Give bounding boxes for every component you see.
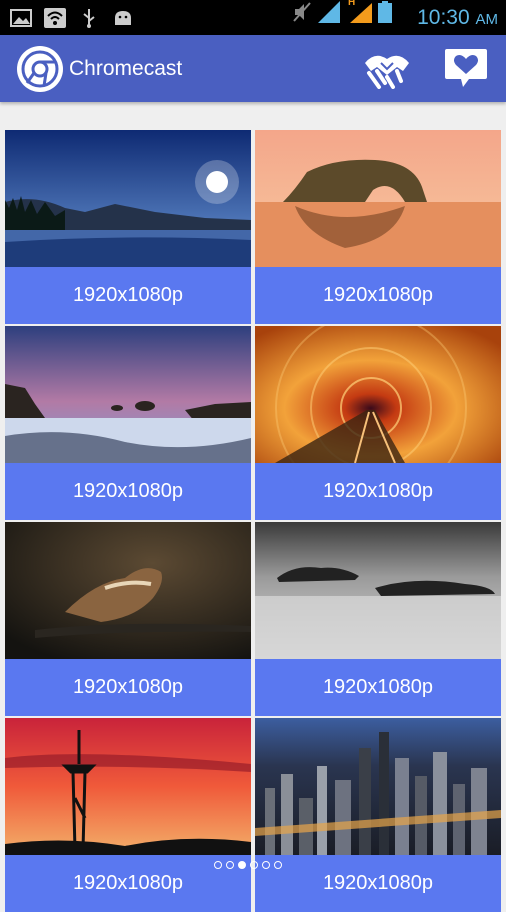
battery-icon xyxy=(378,1,392,28)
favorites-button[interactable] xyxy=(443,47,489,89)
wallpaper-card-sparrow[interactable]: 1920x1080p xyxy=(5,522,251,716)
resolution-label: 1920x1080p xyxy=(322,872,434,894)
connect-button[interactable] xyxy=(361,49,413,89)
signal-icon xyxy=(318,1,342,28)
wallpaper-thumbnail xyxy=(255,130,501,267)
wallpaper-thumbnail xyxy=(5,326,251,463)
page-dot[interactable] xyxy=(226,861,234,869)
resolution-label: 1920x1080p xyxy=(72,676,184,698)
wallpaper-thumbnail xyxy=(255,522,501,659)
mute-icon xyxy=(292,1,312,28)
page-dot-active[interactable] xyxy=(238,861,246,869)
clock-time: 10:30 xyxy=(417,6,470,29)
clock: 10:30 AM xyxy=(417,6,498,30)
wallpaper-card-sea-arch[interactable]: 1920x1080p xyxy=(255,130,501,324)
resolution-label: 1920x1080p xyxy=(322,284,434,306)
page-indicator xyxy=(214,861,282,869)
resolution-label: 1920x1080p xyxy=(322,676,434,698)
wallpaper-thumbnail xyxy=(255,718,501,855)
status-bar: H 10:30 AM xyxy=(0,0,506,35)
android-icon xyxy=(112,8,134,28)
wallpaper-thumbnail xyxy=(255,326,501,463)
wallpaper-card-night-lake[interactable]: 1920x1080p xyxy=(5,130,251,324)
usb-icon xyxy=(78,8,100,28)
data-signal-icon: H xyxy=(348,0,372,28)
network-type-label: H xyxy=(348,0,356,8)
wallpaper-card-rocky-shore[interactable]: 1920x1080p xyxy=(5,326,251,520)
page-dot[interactable] xyxy=(214,861,222,869)
wallpaper-card-misty-rocks[interactable]: 1920x1080p xyxy=(255,522,501,716)
app-bar: Chromecast xyxy=(0,35,506,102)
resolution-label: 1920x1080p xyxy=(322,480,434,502)
wallpaper-thumbnail xyxy=(5,130,251,267)
wallpaper-card-city-night[interactable]: 1920x1080p xyxy=(255,718,501,912)
wallpaper-card-light-tunnel[interactable]: 1920x1080p xyxy=(255,326,501,520)
page-dot[interactable] xyxy=(250,861,258,869)
wallpaper-thumbnail xyxy=(5,522,251,659)
wallpaper-card-space-needle-sunset[interactable]: 1920x1080p xyxy=(5,718,251,912)
chromecast-logo-icon[interactable] xyxy=(17,46,63,92)
handshake-icon xyxy=(365,55,409,89)
gallery-icon xyxy=(10,8,32,28)
wallpaper-thumbnail xyxy=(5,718,251,855)
page-dot[interactable] xyxy=(262,861,270,869)
heart-message-icon xyxy=(445,49,487,87)
page-dot[interactable] xyxy=(274,861,282,869)
resolution-label: 1920x1080p xyxy=(72,284,184,306)
resolution-label: 1920x1080p xyxy=(72,480,184,502)
app-title: Chromecast xyxy=(69,57,183,80)
wifi-icon xyxy=(44,8,66,28)
clock-ampm: AM xyxy=(475,11,499,28)
